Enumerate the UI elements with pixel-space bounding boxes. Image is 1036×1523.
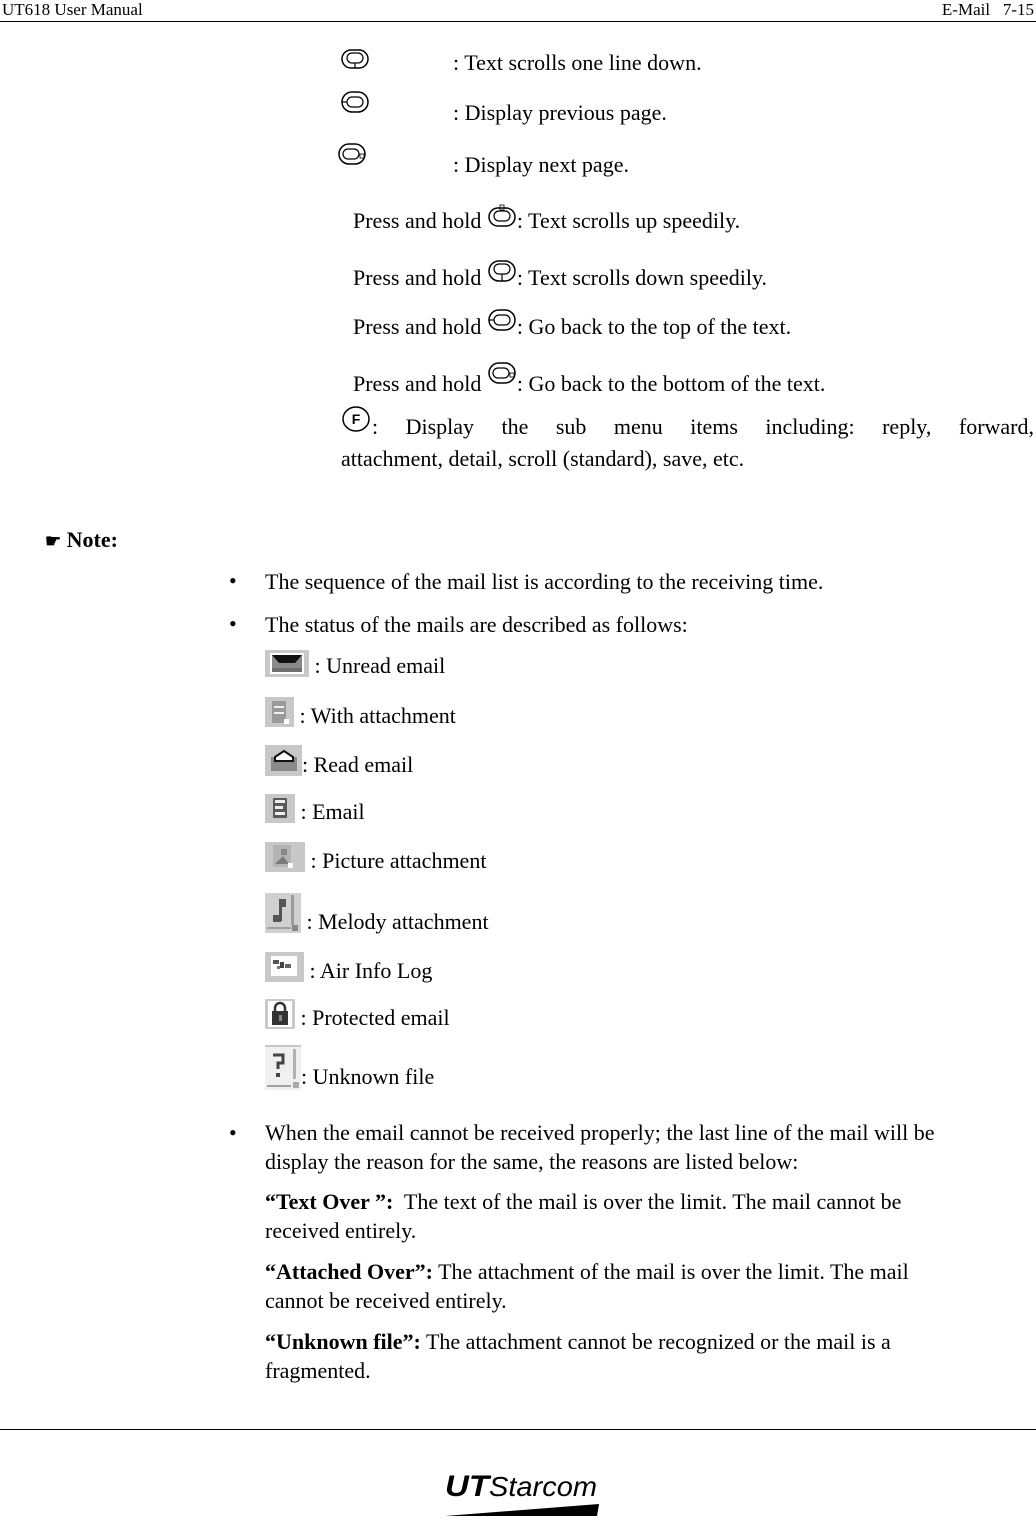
status-label: : With attachment: [294, 703, 456, 728]
reason-unknown-file: “Unknown file”: The attachment cannot be…: [265, 1327, 1035, 1385]
hold-row-prefix: Press and hold: [353, 371, 487, 396]
pointing-hand-icon: ☛: [45, 531, 62, 551]
hold-row-prefix: Press and hold: [353, 208, 487, 233]
right-key-icon: [337, 142, 367, 166]
status-item: : Unread email: [265, 650, 445, 679]
down-key-icon: [487, 259, 517, 283]
key-row: [337, 142, 367, 168]
key-row-text: : Text scrolls one line down.: [453, 50, 702, 75]
up-key-icon: [487, 204, 517, 228]
bullet-text-line1: When the email cannot be received proper…: [265, 1120, 935, 1145]
bullet-text: When the email cannot be received proper…: [265, 1118, 1035, 1176]
bullet-icon: •: [229, 611, 237, 636]
with-attachment-icon: [265, 697, 294, 727]
header-divider: [0, 21, 1036, 22]
f-key-description: F : Display the sub menu items including…: [340, 404, 1034, 440]
unread-email-icon: [265, 650, 309, 677]
left-key-icon: [340, 90, 370, 114]
status-label: : Read email: [302, 752, 414, 777]
melody-attachment-icon: [265, 893, 301, 933]
note-heading: ☛ Note:: [45, 527, 118, 554]
protected-email-icon: [265, 999, 295, 1029]
left-key-icon: [487, 308, 517, 332]
reason-desc: The attachment cannot be recognized or t…: [420, 1329, 891, 1354]
down-key-icon: [340, 48, 370, 72]
status-label: : Unread email: [309, 653, 446, 678]
status-item: : With attachment: [265, 697, 456, 729]
status-label: : Air Info Log: [304, 958, 433, 983]
section-page-number: E-Mail 7-15: [941, 0, 1034, 19]
read-email-icon: [265, 745, 302, 776]
f-key-icon: F: [340, 404, 372, 434]
hold-row: Press and hold : Go back to the top of t…: [353, 308, 791, 340]
key-row: [340, 48, 370, 82]
key-row-text: : Display previous page.: [453, 100, 667, 125]
reason-term: “Unknown file”:: [265, 1329, 421, 1354]
status-item: : Read email: [265, 745, 413, 778]
key-row: [340, 90, 370, 116]
hold-row-prefix: Press and hold: [353, 314, 487, 339]
footer-divider: [0, 1429, 1036, 1430]
status-item: : Air Info Log: [265, 952, 432, 984]
reason-desc-line2: fragmented.: [265, 1358, 371, 1383]
page-header: UT618 User Manual E-Mail 7-15: [0, 0, 1036, 22]
reason-text-over: “Text Over ”: The text of the mail is ov…: [265, 1187, 1035, 1245]
reason-desc: The text of the mail is over the limit. …: [393, 1189, 902, 1214]
hold-row: Press and hold : Go back to the bottom o…: [353, 361, 825, 397]
unknown-file-icon: [265, 1045, 301, 1090]
hold-row: Press and hold : Text scrolls up speedil…: [353, 204, 740, 234]
f-key-text-line2: attachment, detail, scroll (standard), s…: [341, 446, 745, 471]
note-label: Note:: [66, 527, 118, 552]
bullet-text: The status of the mails are described as…: [265, 612, 688, 637]
reason-term: “Attached Over”:: [265, 1259, 434, 1284]
hold-row-text: : Text scrolls up speedily.: [516, 208, 741, 233]
reason-desc-line2: cannot be received entirely.: [265, 1288, 507, 1313]
reason-desc-line2: received entirely.: [265, 1218, 417, 1243]
key-row-text: : Display next page.: [453, 152, 629, 177]
svg-text:F: F: [352, 411, 361, 427]
hold-row-text: : Go back to the bottom of the text.: [516, 371, 826, 396]
air-info-log-icon: [265, 952, 304, 982]
status-item: : Picture attachment: [265, 842, 486, 874]
svg-text:UT: UT: [445, 1470, 492, 1503]
hold-row-text: : Go back to the top of the text.: [516, 314, 792, 339]
status-label: : Email: [295, 799, 365, 824]
hold-row-text: : Text scrolls down speedily.: [516, 265, 768, 290]
bullet-text: The sequence of the mail list is accordi…: [265, 569, 824, 594]
picture-attachment-icon: [265, 842, 305, 872]
bullet-icon: •: [229, 1120, 237, 1145]
hold-row-prefix: Press and hold: [353, 265, 487, 290]
right-key-icon: [487, 361, 517, 385]
status-label: : Picture attachment: [305, 848, 487, 873]
status-label: : Protected email: [295, 1005, 450, 1030]
reason-attached-over: “Attached Over”: The attachment of the m…: [265, 1257, 1035, 1315]
status-label: : Melody attachment: [301, 909, 489, 934]
manual-title: UT618 User Manual: [2, 0, 143, 19]
email-icon: [265, 794, 295, 823]
hold-row: Press and hold : Text scrolls down speed…: [353, 259, 767, 291]
f-key-text-line1: : Display the sub menu items including: …: [372, 414, 1034, 439]
bullet-icon: •: [229, 568, 237, 593]
utstarcom-logo: UT Starcom: [443, 1466, 603, 1518]
status-item: : Email: [265, 794, 365, 825]
logo-text: Starcom: [489, 1471, 597, 1502]
status-item: : Protected email: [265, 999, 450, 1031]
reason-term: “Text Over ”:: [265, 1189, 394, 1214]
status-item: : Melody attachment: [265, 893, 489, 935]
status-label: : Unknown file: [301, 1064, 435, 1089]
status-item: : Unknown file: [265, 1045, 434, 1090]
bullet-text-line2: display the reason for the same, the rea…: [265, 1149, 799, 1174]
reason-desc: The attachment of the mail is over the l…: [433, 1259, 909, 1284]
